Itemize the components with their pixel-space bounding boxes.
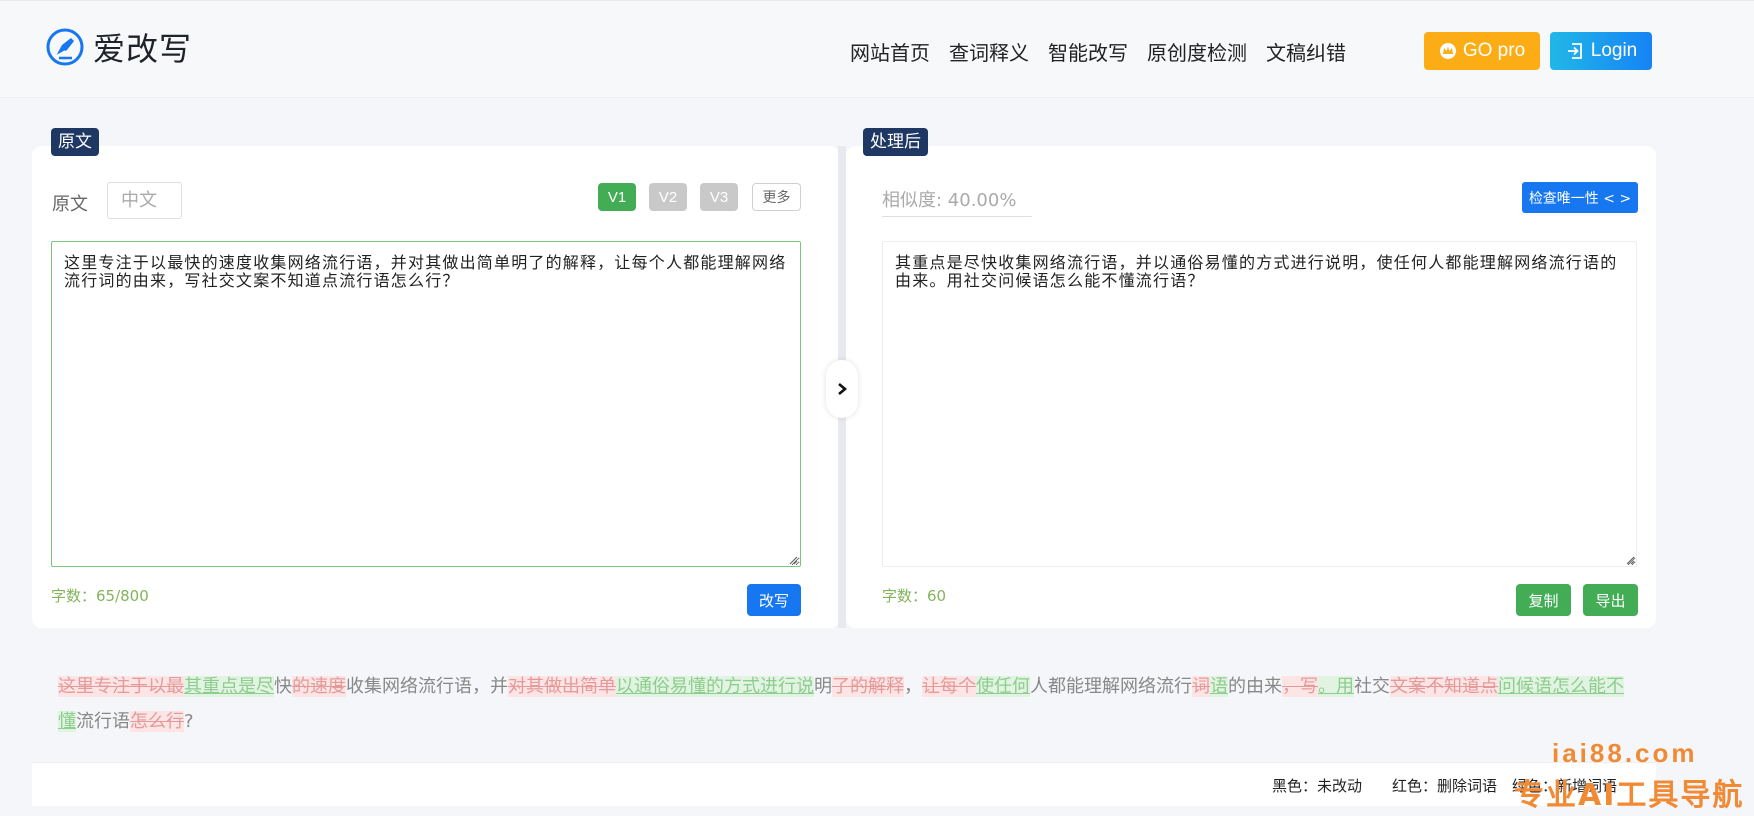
nav-originality-check[interactable]: 原创度检测 (1147, 37, 1247, 66)
legend-deleted: 红色：删除词语 (1392, 777, 1498, 795)
rewrite-button[interactable]: 改写 (747, 584, 801, 616)
crown-icon (1439, 42, 1457, 60)
chevron-right-icon (838, 383, 848, 395)
source-lang-label: 原文 (52, 194, 88, 215)
diff-segment-unchanged: 流行语 (76, 711, 130, 732)
pen-logo-icon (46, 28, 84, 66)
diff-segment-deleted: 怎么行 (130, 711, 184, 732)
diff-segment-added: 。用 (1318, 676, 1354, 697)
diff-segment-unchanged: ， (904, 676, 922, 697)
login-icon (1565, 41, 1585, 61)
check-uniqueness-button[interactable]: 检查唯一性 < > (1522, 182, 1638, 213)
diff-segment-added: 其重点是尽 (184, 676, 274, 697)
transfer-arrow-button[interactable] (826, 360, 858, 418)
more-button[interactable]: 更多 (752, 183, 801, 211)
diff-segment-unchanged: 收集网络流行语，并 (346, 676, 508, 697)
diff-text: 这里专注于以最其重点是尽快的速度收集网络流行语，并对其做出简单以通俗易懂的方式进… (44, 654, 1644, 748)
diff-segment-added: 以通俗易懂的方式进行说 (616, 676, 814, 697)
resize-grip-icon[interactable] (788, 555, 798, 565)
nav-smart-rewrite[interactable]: 智能改写 (1048, 37, 1128, 66)
diff-segment-added: 使任何 (976, 676, 1030, 697)
diff-segment-unchanged: 人都能理解网络流行 (1030, 676, 1192, 697)
result-char-count: 字数：60 (882, 587, 947, 605)
version-v3-button[interactable]: V3 (700, 183, 738, 211)
login-button[interactable]: Login (1550, 32, 1652, 70)
export-button[interactable]: 导出 (1583, 584, 1638, 616)
diff-segment-deleted: ，写 (1282, 676, 1318, 697)
diff-segment-deleted: 让每个 (922, 676, 976, 697)
version-v2-button[interactable]: V2 (649, 183, 687, 211)
source-panel-tag: 原文 (51, 128, 99, 156)
diff-segment-deleted: 了的解释 (832, 676, 904, 697)
diff-segment-unchanged: 社交 (1354, 676, 1390, 697)
diff-segment-added: 语 (1210, 676, 1228, 697)
login-label: Login (1590, 40, 1638, 61)
similarity-indicator: 相似度: 40.00% (882, 186, 1032, 217)
nav-home[interactable]: 网站首页 (850, 37, 930, 66)
logo[interactable]: 爱改写 (45, 27, 193, 68)
diff-segment-unchanged: 的由来 (1228, 676, 1282, 697)
diff-segment-deleted: 这里专注于以最 (58, 676, 184, 697)
watermark-domain: iai88.com (1552, 738, 1698, 768)
nav-proofreading[interactable]: 文稿纠错 (1266, 37, 1346, 66)
diff-segment-deleted: 词 (1192, 676, 1210, 697)
source-textarea[interactable]: 这里专注于以最快的速度收集网络流行语，并对其做出简单明了的解释，让每个人都能理解… (51, 241, 801, 567)
result-textarea[interactable]: 其重点是尽快收集网络流行语，并以通俗易懂的方式进行说明，使任何人都能理解网络流行… (882, 241, 1637, 567)
watermark-slogan: 专业AI工具导航 (1514, 778, 1745, 813)
nav-dictionary[interactable]: 查词释义 (949, 37, 1029, 66)
diff-segment-deleted: 的速度 (292, 676, 346, 697)
copy-button[interactable]: 复制 (1516, 584, 1571, 616)
diff-segment-deleted: 文案不知道点 (1390, 676, 1498, 697)
legend-unchanged: 黑色：未改动 (1272, 777, 1363, 795)
diff-segment-unchanged: ? (184, 711, 194, 732)
source-char-count: 字数：65/800 (51, 587, 149, 605)
source-language-select[interactable]: 中文 (107, 182, 182, 219)
logo-text: 爱改写 (93, 30, 193, 68)
diff-segment-deleted: 对其做出简单 (508, 676, 616, 697)
resize-grip-icon[interactable] (1625, 555, 1635, 565)
top-header: 爱改写 网站首页 查词释义 智能改写 原创度检测 文稿纠错 GO pro Log… (0, 0, 1754, 98)
result-panel-tag: 处理后 (863, 128, 928, 156)
go-pro-button[interactable]: GO pro (1424, 32, 1540, 70)
version-v1-button[interactable]: V1 (598, 183, 636, 211)
diff-segment-unchanged: 快 (274, 676, 292, 697)
main-nav: 网站首页 查词释义 智能改写 原创度检测 文稿纠错 (850, 37, 1365, 66)
diff-segment-unchanged: 明 (814, 676, 832, 697)
go-pro-label: GO pro (1462, 40, 1526, 61)
